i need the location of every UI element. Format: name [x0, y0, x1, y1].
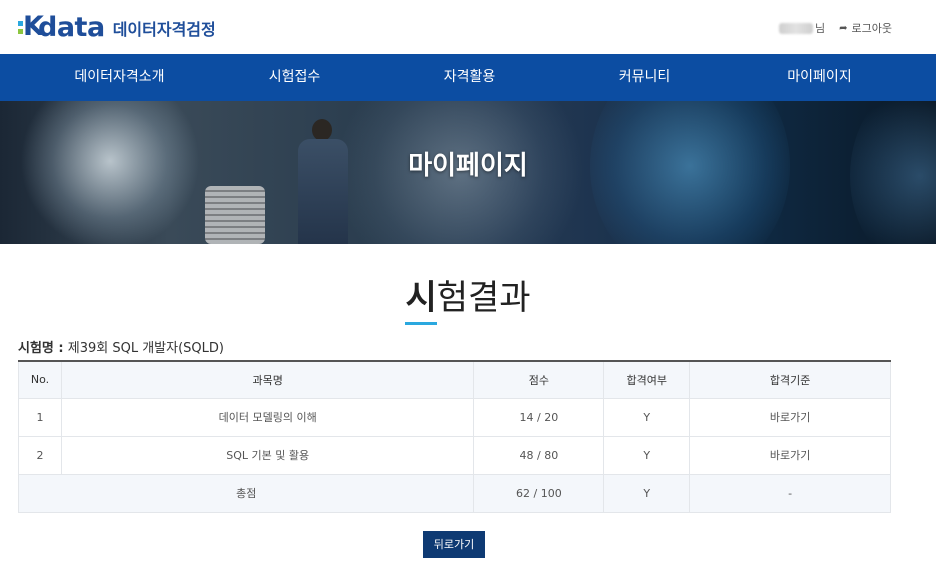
logo-mark-letter: K — [23, 11, 44, 42]
column-header-score: 점수 — [473, 361, 604, 399]
banner-title: 마이페이지 — [408, 151, 528, 181]
logout-label: 로그아웃 — [851, 22, 892, 35]
nav-item-mypage[interactable]: 마이페이지 — [732, 54, 907, 101]
nav-item-data-cert-intro[interactable]: 데이터자격소개 — [32, 54, 207, 101]
table-header-row: No. 과목명 점수 합격여부 합격기준 — [18, 361, 891, 399]
user-suffix: 님 — [815, 22, 826, 35]
user-area: 님 ➦ 로그아웃 — [779, 20, 892, 36]
cell-no: 2 — [18, 436, 62, 475]
exam-name-value: 제39회 SQL 개발자(SQLD) — [67, 341, 224, 356]
cell-pass: Y — [603, 398, 690, 437]
logout-icon: ➦ — [839, 22, 848, 34]
exam-name-label: 시험명 : — [18, 341, 64, 356]
user-name: 님 — [779, 20, 825, 36]
total-score: 62 / 100 — [473, 474, 604, 513]
back-button[interactable]: 뒤로가기 — [423, 531, 485, 558]
cell-no: 1 — [18, 398, 62, 437]
total-row: 총점 62 / 100 Y - — [17, 474, 891, 513]
page-title-first-char: 시 — [405, 270, 438, 325]
total-criteria: - — [689, 474, 891, 513]
blurred-user-name — [779, 22, 813, 34]
total-label: 총점 — [17, 474, 474, 513]
column-header-no: No. — [18, 361, 62, 399]
logo-subtitle: 데이터자격검정 — [112, 19, 216, 39]
site-header: K data 데이터자격검정 님 ➦ 로그아웃 — [0, 0, 936, 54]
cell-score: 14 / 20 — [473, 398, 604, 437]
criteria-link[interactable]: 바로가기 — [689, 398, 891, 437]
cell-subject: 데이터 모델링의 이해 — [60, 398, 474, 437]
page-banner: 마이페이지 — [0, 101, 936, 244]
nav-item-exam-registration[interactable]: 시험접수 — [207, 54, 382, 101]
logo-mark: K — [18, 12, 44, 42]
table-row: 2 SQL 기본 및 활용 48 / 80 Y 바로가기 — [18, 436, 891, 475]
total-pass: Y — [603, 474, 690, 513]
column-header-pass: 합격여부 — [603, 361, 690, 399]
column-header-criteria: 합격기준 — [689, 361, 891, 399]
main-nav: 데이터자격소개 시험접수 자격활용 커뮤니티 마이페이지 — [0, 54, 936, 101]
cell-subject: SQL 기본 및 활용 — [60, 436, 474, 475]
nav-item-cert-usage[interactable]: 자격활용 — [382, 54, 557, 101]
column-header-subject: 과목명 — [60, 361, 474, 399]
page-title: 시험결과 — [0, 270, 936, 325]
result-table: No. 과목명 점수 합격여부 합격기준 1 데이터 모델링의 이해 14 / … — [17, 360, 891, 513]
nav-item-community[interactable]: 커뮤니티 — [557, 54, 732, 101]
kdata-logo[interactable]: K data 데이터자격검정 — [18, 12, 216, 43]
page-title-rest: 험결과 — [436, 278, 531, 318]
criteria-link[interactable]: 바로가기 — [689, 436, 891, 475]
table-row: 1 데이터 모델링의 이해 14 / 20 Y 바로가기 — [18, 398, 891, 437]
exam-name: 시험명 : 제39회 SQL 개발자(SQLD) — [18, 337, 224, 356]
cell-pass: Y — [603, 436, 690, 475]
logout-link[interactable]: ➦ 로그아웃 — [839, 20, 892, 36]
logo-text: data — [38, 12, 105, 43]
cell-score: 48 / 80 — [473, 436, 604, 475]
